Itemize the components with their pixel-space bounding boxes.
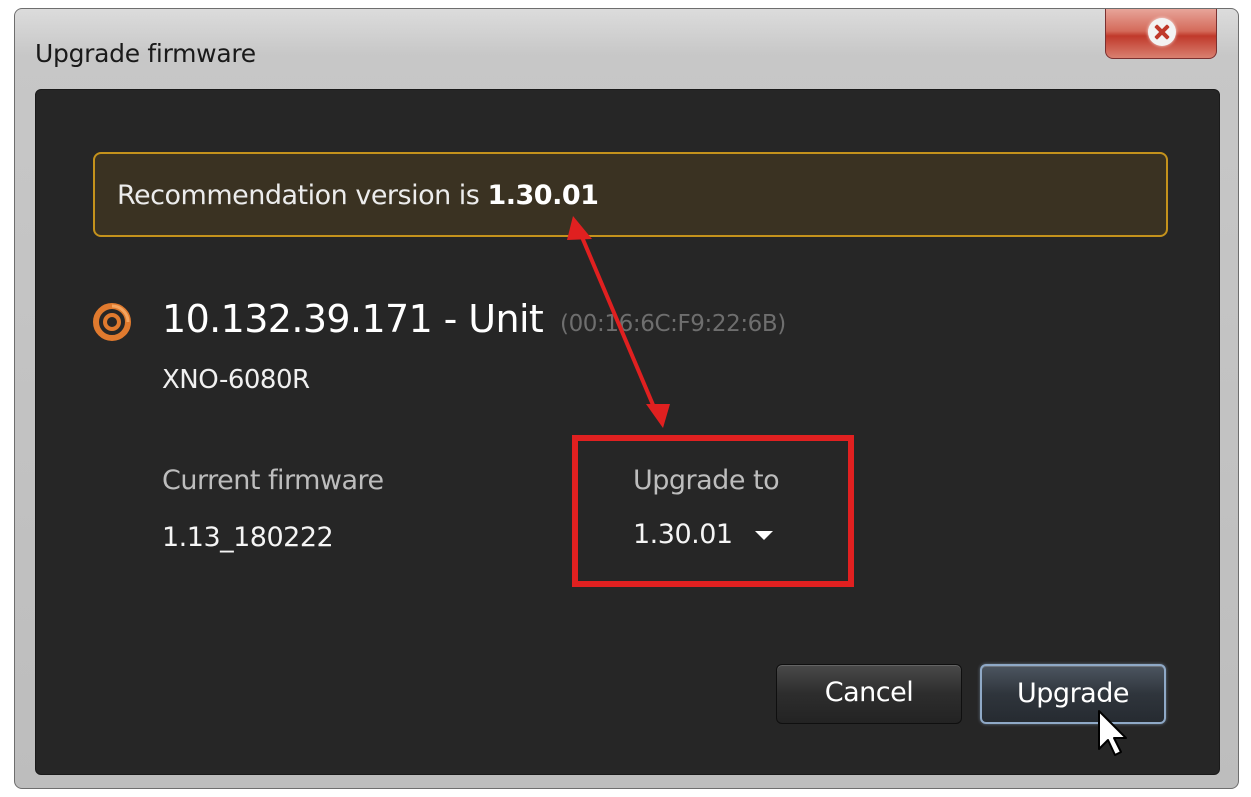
- close-icon: [1148, 18, 1176, 46]
- recommendation-text: Recommendation version is 1.30.01: [117, 180, 599, 211]
- device-name: 10.132.39.171 - Unit: [162, 297, 544, 341]
- upgrade-button[interactable]: Upgrade: [980, 664, 1166, 724]
- recommended-version: 1.30.01: [487, 180, 599, 211]
- device-mac-address: (00:16:6C:F9:22:6B): [560, 311, 786, 337]
- upgrade-highlight-box: [572, 435, 854, 587]
- current-firmware-value: 1.13_180222: [162, 522, 334, 553]
- recommendation-prefix: Recommendation version is: [117, 180, 488, 211]
- recommendation-banner: Recommendation version is 1.30.01: [93, 152, 1168, 237]
- dialog-title: Upgrade firmware: [35, 39, 256, 68]
- close-button[interactable]: [1105, 9, 1217, 59]
- current-firmware-label: Current firmware: [162, 465, 384, 496]
- cancel-button[interactable]: Cancel: [776, 664, 962, 724]
- device-model: XNO-6080R: [162, 365, 310, 395]
- dialog-content: Recommendation version is 1.30.01 10.132…: [35, 89, 1220, 775]
- arrow-head-down-icon: [646, 404, 670, 428]
- mouse-cursor-icon: [1098, 710, 1127, 756]
- upgrade-firmware-dialog: Upgrade firmware Recommendation version …: [14, 8, 1239, 789]
- camera-unit-icon: [93, 303, 131, 341]
